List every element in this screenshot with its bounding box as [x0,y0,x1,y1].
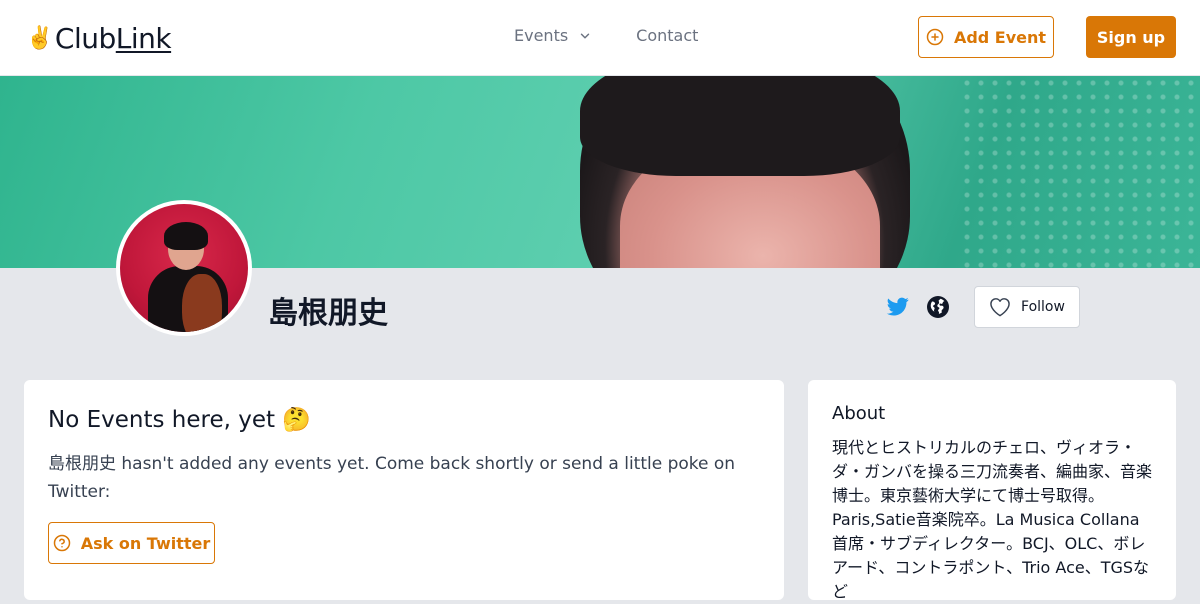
chevron-down-icon [580,33,590,38]
ask-on-twitter-button[interactable]: Ask on Twitter [48,522,215,564]
about-text: 現代とヒストリカルのチェロ、ヴィオラ・ダ・ガンバを操る三刀流奏者、編曲家、音楽博… [832,438,1153,601]
twitter-icon[interactable] [886,295,910,317]
events-card: No Events here, yet 🤔 島根朋史 hasn't added … [24,380,784,600]
about-title: About [832,403,886,424]
add-event-button[interactable]: Add Event [918,16,1054,58]
nav-events-dropdown[interactable]: Events [514,26,592,45]
logo-text-link: Link [115,21,172,55]
events-empty-title: No Events here, yet 🤔 [48,407,311,433]
nav-contact-link[interactable]: Contact [636,26,698,45]
plus-circle-icon [926,28,944,46]
follow-button[interactable]: Follow [974,286,1080,328]
clublink-logo[interactable]: ✌️ Club Link [26,20,172,56]
banner-light-dots [960,76,1200,268]
logo-text-club: Club [54,21,116,55]
top-navbar: ✌️ Club Link Events Contact Add Event Sig… [0,0,1200,76]
profile-avatar [116,200,252,336]
events-empty-text: 島根朋史 hasn't added any events yet. Come b… [48,454,736,502]
avatar-cello [182,274,222,332]
sign-up-label: Sign up [1096,27,1166,47]
banner-portrait-hair [580,76,900,176]
avatar-photo [120,204,248,332]
add-event-label: Add Event [953,27,1047,47]
victory-hand-icon: ✌️ [26,25,53,51]
help-circle-icon [53,534,70,552]
heart-icon [990,298,1010,317]
ask-on-twitter-label: Ask on Twitter [80,533,211,553]
follow-label: Follow [1021,299,1065,315]
globe-icon[interactable] [926,295,950,319]
main-nav: Events Contact [514,26,698,45]
sign-up-button[interactable]: Sign up [1086,16,1176,58]
about-card: About 現代とヒストリカルのチェロ、ヴィオラ・ダ・ガンバを操る三刀流奏者、編… [808,380,1176,601]
nav-events-label: Events [514,26,569,45]
profile-name: 島根朋史 [268,296,388,331]
avatar-hair [164,222,208,250]
nav-contact-label: Contact [636,26,699,45]
